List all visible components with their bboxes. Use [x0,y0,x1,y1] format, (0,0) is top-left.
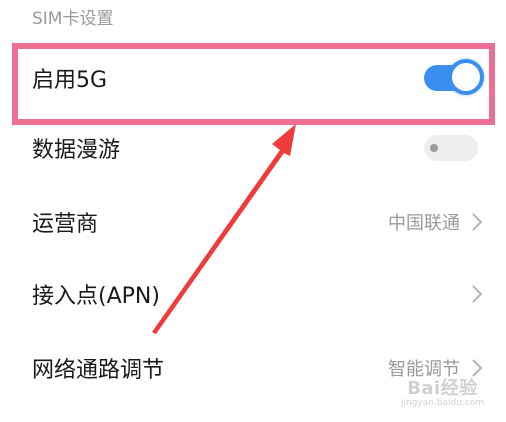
carrier-label: 运营商 [32,212,99,237]
chevron-right-icon [472,213,483,231]
toggle-knob [430,144,438,152]
chevron-right-icon [472,285,483,303]
enable-5g-label: 启用5G [32,68,108,93]
watermark-logo: Bai经验 [407,378,478,399]
apn-row[interactable]: 接入点(APN) [0,258,506,330]
apn-label: 接入点(APN) [32,284,160,309]
carrier-value: 中国联通 [388,213,460,234]
section-title: SIM卡设置 [32,9,114,29]
network-path-label: 网络通路调节 [32,358,165,383]
watermark-url: jingyan.baidu.com [400,398,484,408]
enable-5g-toggle[interactable] [424,59,484,95]
enable-5g-row[interactable]: 启用5G [0,42,506,114]
data-roaming-toggle[interactable] [424,135,478,161]
carrier-row[interactable]: 运营商 中国联通 [0,186,506,258]
toggle-knob [448,59,484,95]
data-roaming-row[interactable]: 数据漫游 [0,112,506,184]
watermark: Bai经验 jingyan.baidu.com [401,374,484,408]
data-roaming-label: 数据漫游 [32,138,121,163]
